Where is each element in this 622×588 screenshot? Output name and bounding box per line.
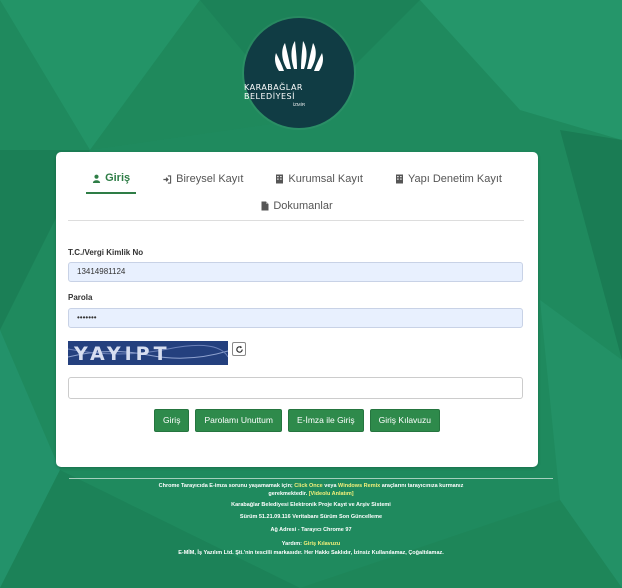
password-label: Parola bbox=[68, 293, 93, 302]
document-icon bbox=[261, 201, 269, 211]
click-once-link[interactable]: Click Once bbox=[294, 483, 322, 489]
captcha-image: YAYIPT bbox=[68, 341, 228, 365]
logo-name: KARABAĞLAR BELEDİYESİ bbox=[244, 83, 303, 101]
tab-bar: Giriş Bireysel Kayıt Kurumsal Kayıt Yapı… bbox=[56, 168, 538, 220]
help-guide-link[interactable]: Giriş Kılavuzu bbox=[304, 541, 341, 547]
eimza-login-button[interactable]: E-İmza ile Giriş bbox=[287, 409, 364, 432]
footer-text: Chrome Tarayıcıda E-imza sorunu yaşamama… bbox=[158, 483, 293, 489]
footer-text: veya bbox=[324, 483, 337, 489]
sign-in-icon bbox=[163, 174, 172, 184]
building-icon bbox=[395, 174, 403, 184]
captcha-input[interactable] bbox=[68, 377, 523, 399]
version-info: Sürüm 51.21.09.116 Veritabanı Sürüm Son … bbox=[239, 513, 383, 520]
user-icon bbox=[92, 174, 101, 183]
login-guide-button[interactable]: Giriş Kılavuzu bbox=[369, 409, 441, 432]
login-button[interactable]: Giriş bbox=[153, 409, 190, 432]
tab-individual-register[interactable]: Bireysel Kayıt bbox=[156, 168, 249, 194]
logo-city: İZMİR bbox=[292, 102, 306, 107]
windows-remix-link[interactable]: Windows Remix bbox=[338, 483, 380, 489]
id-number-label: T.C./Vergi Kimlik No bbox=[68, 248, 144, 257]
tab-login[interactable]: Giriş bbox=[86, 168, 137, 194]
logo-emblem-icon bbox=[275, 41, 323, 71]
tab-documents[interactable]: Dokumanlar bbox=[255, 196, 338, 220]
password-input[interactable]: ••••••• bbox=[68, 308, 523, 328]
system-name: Karabağlar Belediyesi Elektronik Proje K… bbox=[231, 502, 391, 508]
tab-documents-label: Dokumanlar bbox=[273, 200, 333, 212]
help-label: Yardım: bbox=[281, 540, 302, 547]
footer-text: gerekmektedir. bbox=[268, 490, 308, 497]
video-tutorial-link[interactable]: [Videolu Anlatım] bbox=[309, 491, 354, 497]
footer-divider bbox=[69, 478, 553, 479]
tab-login-label: Giriş bbox=[105, 172, 131, 184]
tab-corporate-register-label: Kurumsal Kayıt bbox=[288, 173, 363, 185]
network-info: Ağ Adresi - Tarayıcı Chrome 97 bbox=[270, 527, 352, 533]
footer-text: araçlarını tarayıcınıza kurmanız bbox=[381, 483, 464, 489]
logo: KARABAĞLAR BELEDİYESİ İZMİR bbox=[244, 18, 354, 128]
footer: Chrome Tarayıcıda E-imza sorunu yaşamama… bbox=[0, 483, 622, 563]
forgot-password-button[interactable]: Parolamı Unuttum bbox=[195, 409, 282, 432]
tab-corporate-register[interactable]: Kurumsal Kayıt bbox=[269, 168, 369, 194]
refresh-captcha-icon[interactable] bbox=[232, 342, 246, 356]
tab-building-inspection-register-label: Yapı Denetim Kayıt bbox=[407, 173, 502, 185]
button-row: Giriş Parolamı Unuttum E-İmza ile Giriş … bbox=[56, 409, 538, 432]
login-card: Giriş Bireysel Kayıt Kurumsal Kayıt Yapı… bbox=[56, 152, 538, 467]
captcha-text: YAYIPT bbox=[73, 343, 171, 365]
id-number-input[interactable]: 13414981124 bbox=[68, 262, 523, 282]
tab-individual-register-label: Bireysel Kayıt bbox=[176, 173, 244, 185]
building-icon bbox=[276, 174, 284, 184]
copyright: E-MİM, İş Yazılım Ltd. Şti.'nin tescilli… bbox=[178, 550, 444, 556]
divider bbox=[68, 220, 524, 221]
tab-building-inspection-register[interactable]: Yapı Denetim Kayıt bbox=[389, 168, 508, 194]
